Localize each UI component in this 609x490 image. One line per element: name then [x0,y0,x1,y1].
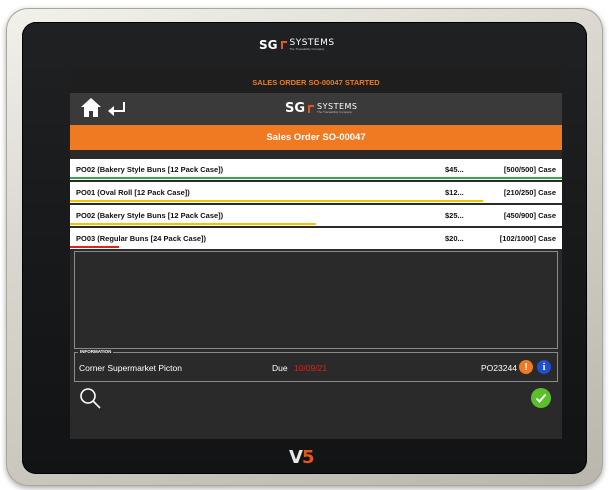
order-line-price: $45... [445,165,464,174]
exclamation-icon[interactable]: ! [519,360,533,374]
order-line-quantity: [210/250] Case [503,188,556,197]
order-line-progress-bar [70,177,562,179]
search-icon[interactable] [79,387,101,409]
bezel-brand-logo: SG SYSTEMS The Traceability Company [259,38,335,52]
information-title: INFORMATION [78,349,114,354]
status-text: SALES ORDER SO-00047 STARTED [252,77,380,87]
customer-name: Corner Supermarket Picton [79,363,182,373]
order-line-quantity: [500/500] Case [503,165,556,174]
order-line-row[interactable]: PO01 (Oval Roll [12 Pack Case]) $12... [… [70,182,562,203]
checkmark-glyph [535,393,547,403]
order-line-progress-bar [70,223,316,225]
status-bar: SALES ORDER SO-00047 STARTED [70,71,562,93]
order-line-product: PO02 (Bakery Style Buns [12 Pack Case]) [76,165,224,174]
screen: SALES ORDER SO-00047 STARTED SG SYSTEMS … [70,71,562,439]
bezel-logo-tagline: The Traceability Company [289,47,325,51]
checkmark-icon[interactable] [531,388,551,408]
order-line-row[interactable]: PO02 (Bakery Style Buns [12 Pack Case]) … [70,159,562,180]
nav-logo-sg: SG [285,101,306,116]
nav-bar: SG SYSTEMS The Traceability Company [70,93,562,125]
home-icon[interactable] [80,97,102,119]
nav-brand-logo: SG SYSTEMS The Traceability Company [285,101,358,116]
order-line-price: $20... [445,234,464,243]
order-line-progress-bar [70,200,484,202]
empty-list-area [74,251,558,349]
model-logo-number: 5 [301,447,314,468]
order-line-progress-bar [70,246,120,248]
bezel-logo-sg: SG [259,38,278,52]
due-label: Due [272,363,288,373]
order-line-quantity: [450/900] Case [503,211,556,220]
order-line-quantity: [102/1000] Case [499,234,556,243]
bezel-logo-mark [280,41,287,49]
order-line-product: PO02 (Bakery Style Buns [12 Pack Case]) [76,211,224,220]
order-line-product: PO01 (Oval Roll [12 Pack Case]) [76,188,190,197]
information-panel: INFORMATION Corner Supermarket Picton Du… [74,349,558,382]
model-logo-v: V [289,447,303,468]
info-icon[interactable]: i [537,360,551,374]
order-line-row[interactable]: PO02 (Bakery Style Buns [12 Pack Case]) … [70,205,562,226]
page-title-bar: Sales Order SO-00047 [70,125,562,150]
nav-logo-mark [308,104,315,113]
order-line-price: $25... [445,211,464,220]
order-line-row[interactable]: PO03 (Regular Buns [24 Pack Case]) $20..… [70,228,562,249]
po-number: PO23244 [481,363,517,373]
order-line-price: $12... [445,188,464,197]
page-title: Sales Order SO-00047 [266,132,366,143]
order-line-product: PO03 (Regular Buns [24 Pack Case]) [76,234,207,243]
due-date: 10/09/21 [294,363,328,373]
nav-logo-tagline: The Traceability Company [317,110,352,114]
order-line-list: PO02 (Bakery Style Buns [12 Pack Case]) … [70,159,562,249]
back-arrow-icon[interactable] [106,98,128,118]
model-logo: V5 [289,447,314,468]
